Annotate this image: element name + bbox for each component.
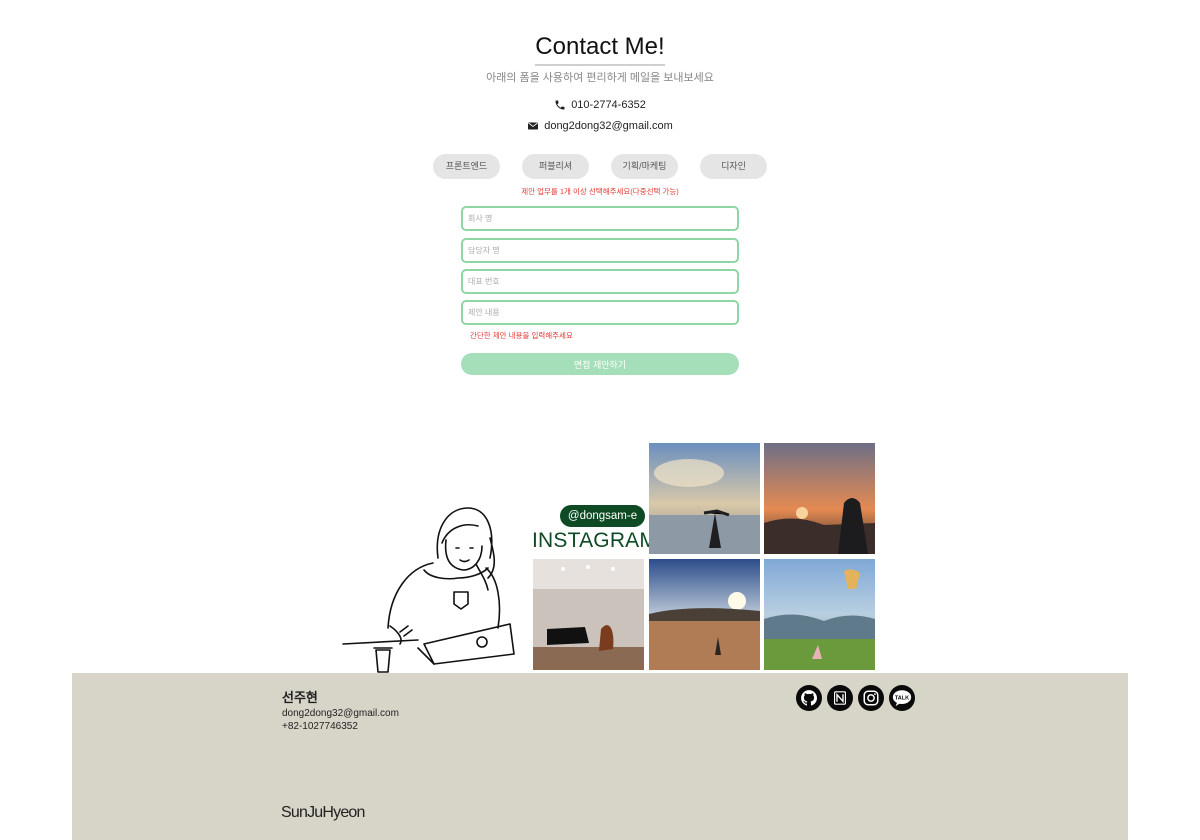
instagram-icon — [863, 690, 879, 706]
kakaotalk-icon-text: TALK — [895, 695, 909, 701]
instagram-photo-3[interactable] — [533, 559, 644, 670]
instagram-label: INSTAGRAM — [532, 529, 658, 552]
chip-design[interactable]: 디자인 — [700, 154, 767, 179]
notion-icon — [834, 691, 846, 705]
page-title: Contact Me! — [535, 32, 665, 66]
phone-number-input[interactable] — [461, 269, 739, 294]
phone-icon — [555, 100, 565, 110]
phone-row: 010-2774-6352 — [0, 99, 1200, 111]
chip-warning: 제안 업무를 1개 이상 선택해주세요(다중선택 가능) — [521, 187, 679, 196]
kakaotalk-link[interactable]: TALK — [889, 685, 915, 711]
contact-section-header: Contact Me! — [0, 32, 1200, 66]
github-link[interactable] — [796, 685, 822, 711]
instagram-handle[interactable]: @dongsam-e — [560, 505, 645, 527]
instagram-photo-1[interactable] — [649, 443, 760, 554]
footer-signature: SunJuHyeon — [281, 804, 365, 821]
instagram-photo-2[interactable] — [764, 443, 875, 554]
instagram-link[interactable] — [858, 685, 884, 711]
page-subtitle: 아래의 폼을 사용하여 편리하게 메일을 보내보세요 — [486, 72, 714, 84]
instagram-photo-5[interactable] — [764, 559, 875, 670]
proposal-content-input[interactable] — [461, 300, 739, 325]
role-chip-group: 프론트엔드 퍼블리셔 기획/마케팅 디자인 — [433, 154, 767, 179]
contact-person-input[interactable] — [461, 238, 739, 263]
email-row: dong2dong32@gmail.com — [0, 120, 1200, 132]
email-address: dong2dong32@gmail.com — [544, 120, 673, 132]
content-warning: 간단한 제안 내용을 입력해주세요 — [470, 331, 573, 340]
footer-name: 선주현 — [282, 690, 318, 705]
mail-icon — [528, 122, 539, 130]
chip-planning-marketing[interactable]: 기획/마케팅 — [611, 154, 678, 179]
kakaotalk-icon: TALK — [892, 690, 912, 707]
site-footer: 선주현 dong2dong32@gmail.com +82-1027746352… — [72, 673, 1128, 840]
submit-proposal-button[interactable]: 면접 제안하기 — [461, 353, 739, 375]
footer-phone: +82-1027746352 — [282, 721, 358, 732]
chip-publisher[interactable]: 퍼블리셔 — [522, 154, 589, 179]
company-name-input[interactable] — [461, 206, 739, 231]
notion-link[interactable] — [827, 685, 853, 711]
phone-number: 010-2774-6352 — [571, 99, 646, 111]
person-laptop-illustration — [342, 507, 515, 673]
github-icon — [801, 690, 817, 706]
chip-frontend[interactable]: 프론트엔드 — [433, 154, 500, 179]
instagram-photo-4[interactable] — [649, 559, 760, 670]
footer-email: dong2dong32@gmail.com — [282, 708, 399, 719]
